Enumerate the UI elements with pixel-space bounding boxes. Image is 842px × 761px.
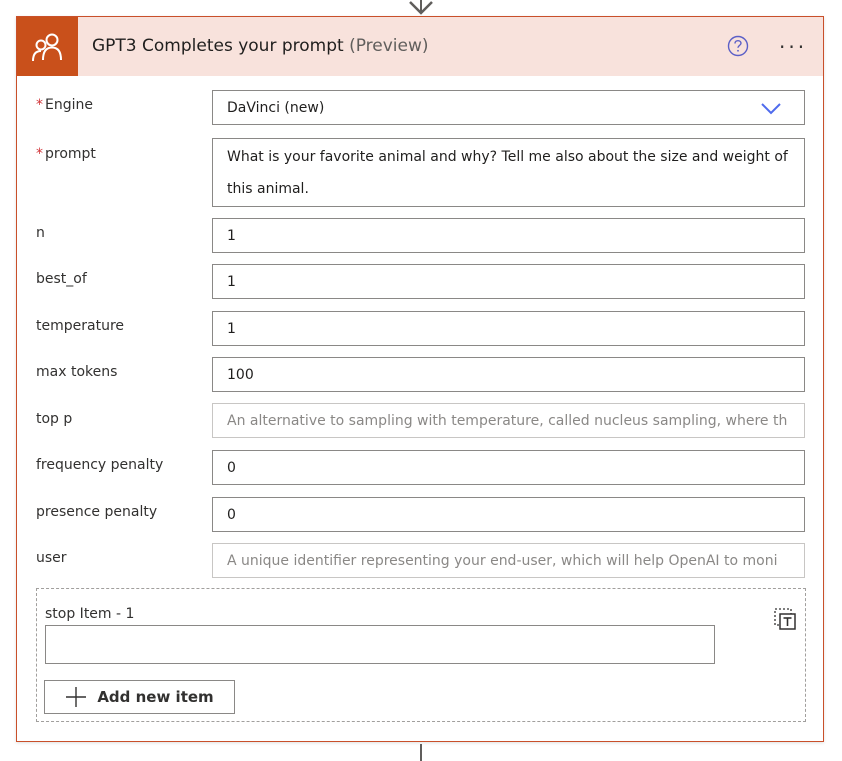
switch-to-text-icon[interactable]	[773, 607, 797, 631]
stop-array-section: stop Item - 1 Add new item	[36, 588, 806, 722]
card-header[interactable]: GPT3 Completes your prompt (Preview) ···	[17, 17, 823, 76]
card-title-text: GPT3 Completes your prompt	[92, 36, 344, 56]
top-p-input[interactable]: An alternative to sampling with temperat…	[212, 403, 805, 438]
add-new-item-button[interactable]: Add new item	[44, 680, 235, 714]
user-label: user	[36, 550, 67, 566]
best-of-input[interactable]: 1	[212, 264, 805, 299]
top-p-label: top p	[36, 411, 73, 427]
engine-label: * Engine	[36, 97, 93, 113]
plus-icon	[66, 687, 87, 707]
n-input[interactable]: 1	[212, 218, 805, 253]
prompt-label: * prompt	[36, 146, 96, 162]
people-icon	[31, 33, 62, 61]
user-placeholder: A unique identifier representing your en…	[227, 552, 778, 569]
flow-connector-line	[420, 744, 422, 761]
prompt-input[interactable]: What is your favorite animal and why? Te…	[212, 138, 805, 207]
action-card: GPT3 Completes your prompt (Preview) ···…	[16, 16, 824, 742]
max-tokens-input[interactable]: 100	[212, 357, 805, 392]
preview-tag: (Preview)	[349, 36, 429, 56]
engine-dropdown[interactable]: DaVinci (new)	[212, 90, 805, 125]
more-horizontal-icon[interactable]: ···	[779, 37, 807, 57]
user-input[interactable]: A unique identifier representing your en…	[212, 543, 805, 578]
temperature-input[interactable]: 1	[212, 311, 805, 346]
chevron-down-icon[interactable]	[760, 100, 782, 116]
top-p-placeholder: An alternative to sampling with temperat…	[227, 412, 788, 429]
required-marker: *	[36, 146, 43, 162]
card-title: GPT3 Completes your prompt (Preview)	[92, 36, 429, 56]
engine-value: DaVinci (new)	[227, 99, 325, 116]
frequency-penalty-input[interactable]: 0	[212, 450, 805, 485]
required-marker: *	[36, 97, 43, 113]
flow-arrow-down-icon	[409, 0, 433, 15]
add-new-item-label: Add new item	[97, 688, 214, 706]
prompt-value: What is your favorite animal and why? Te…	[227, 149, 788, 197]
temperature-label: temperature	[36, 318, 124, 334]
stop-item-label: stop Item - 1	[45, 606, 135, 622]
frequency-penalty-label: frequency penalty	[36, 457, 164, 473]
max-tokens-label: max tokens	[36, 364, 118, 380]
connector-logo	[17, 17, 78, 76]
presence-penalty-input[interactable]: 0	[212, 497, 805, 532]
n-label: n	[36, 225, 45, 241]
help-circle-icon[interactable]	[727, 35, 749, 57]
best-of-label: best_of	[36, 271, 87, 287]
stop-item-input[interactable]	[45, 625, 715, 664]
presence-penalty-label: presence penalty	[36, 504, 158, 520]
